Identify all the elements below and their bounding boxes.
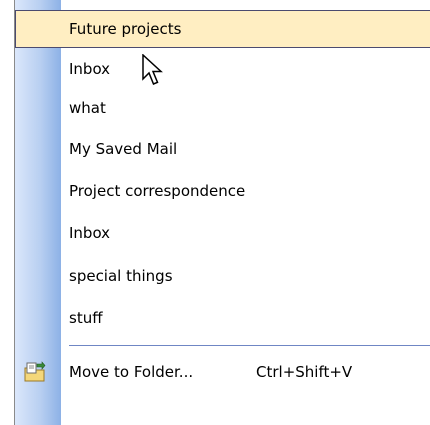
menu-item-inbox[interactable]: Inbox — [15, 50, 430, 88]
menu-item-label: special things — [69, 267, 173, 285]
menu-item-label: Move to Folder... — [69, 363, 194, 381]
menu-item-special-things[interactable]: special things — [15, 257, 430, 295]
menu-item-stuff[interactable]: stuff — [15, 299, 430, 337]
menu-item-what[interactable]: what — [15, 89, 430, 127]
menu-item-label: Inbox — [69, 60, 111, 78]
menu-item-future-projects[interactable]: Future projects — [15, 10, 430, 48]
folder-menu: Future projects Inbox what My Saved Mail… — [14, 0, 430, 425]
menu-item-label: what — [69, 99, 106, 117]
menu-item-label: My Saved Mail — [69, 140, 178, 158]
move-to-folder-icon — [24, 361, 46, 382]
mouse-pointer-icon — [142, 54, 163, 85]
menu-item-label: Inbox — [69, 224, 111, 242]
menu-item-label: stuff — [69, 309, 103, 327]
menu-item-label: Project correspondence — [69, 182, 246, 200]
menu-item-my-saved-mail[interactable]: My Saved Mail — [15, 130, 430, 168]
menu-item-move-to-folder[interactable]: Move to Folder... Ctrl+Shift+V — [15, 353, 430, 391]
menu-separator — [69, 345, 430, 346]
menu-item-inbox-2[interactable]: Inbox — [15, 214, 430, 252]
menu-item-project-correspondence[interactable]: Project correspondence — [15, 172, 430, 210]
menu-item-label: Future projects — [69, 20, 182, 38]
shortcut-label: Ctrl+Shift+V — [256, 363, 353, 381]
